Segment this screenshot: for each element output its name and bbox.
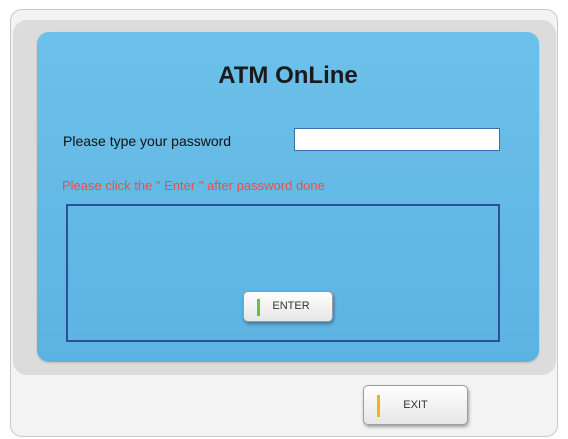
password-input[interactable]: [294, 128, 500, 151]
password-label: Please type your password: [63, 133, 232, 149]
enter-button[interactable]: ENTER: [243, 291, 333, 322]
exit-button[interactable]: EXIT: [363, 385, 468, 425]
atm-panel: ATM OnLine Please type your password Ple…: [37, 32, 539, 362]
page-title: ATM OnLine: [218, 62, 358, 89]
enter-button-label: ENTER: [272, 300, 310, 312]
enter-hint-text: Please click the " Enter " after passwor…: [62, 178, 325, 193]
exit-button-label: EXIT: [403, 399, 428, 411]
